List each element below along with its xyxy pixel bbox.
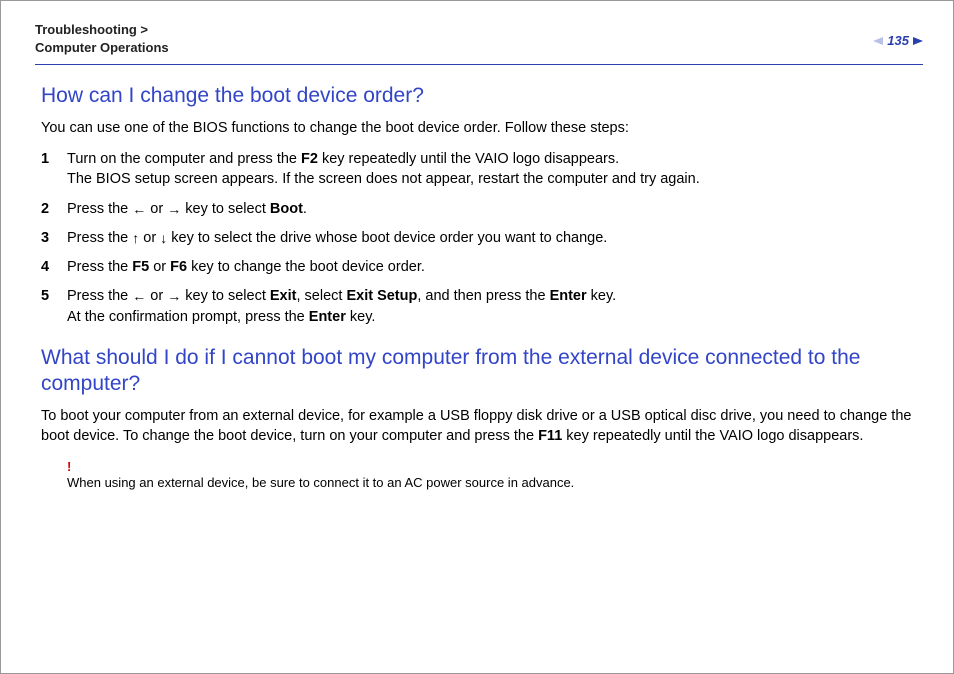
page-content: How can I change the boot device order? … xyxy=(35,83,923,490)
step-number: 5 xyxy=(41,286,67,306)
warning-icon: ! xyxy=(67,459,917,474)
page-header: Troubleshooting > Computer Operations 13… xyxy=(35,21,923,56)
arrow-left-icon: ← xyxy=(132,202,146,216)
step-number: 1 xyxy=(41,149,67,169)
step-number: 3 xyxy=(41,228,67,248)
steps-list: 1 Turn on the computer and press the F2 … xyxy=(41,149,917,327)
breadcrumb: Troubleshooting > Computer Operations xyxy=(35,21,169,56)
note-text: When using an external device, be sure t… xyxy=(67,475,917,490)
breadcrumb-line1: Troubleshooting > xyxy=(35,22,148,37)
step-text: Press the ↑ or ↓ key to select the drive… xyxy=(67,228,607,248)
step-number: 2 xyxy=(41,199,67,219)
breadcrumb-line2: Computer Operations xyxy=(35,40,169,55)
arrow-right-icon: → xyxy=(167,289,181,303)
step-text: Press the ← or → key to select Exit, sel… xyxy=(67,286,616,327)
step-text: Turn on the computer and press the F2 ke… xyxy=(67,149,700,190)
step-number: 4 xyxy=(41,257,67,277)
step-4: 4 Press the F5 or F6 key to change the b… xyxy=(41,257,917,277)
arrow-left-icon: ← xyxy=(132,289,146,303)
section1-title: How can I change the boot device order? xyxy=(41,83,917,109)
section1-intro: You can use one of the BIOS functions to… xyxy=(41,119,917,139)
page-number: 135 xyxy=(887,33,909,48)
triangle-left-icon xyxy=(873,37,883,45)
page-number-wrap: 135 xyxy=(873,21,923,48)
header-rule xyxy=(35,64,923,65)
step-text: Press the ← or → key to select Boot. xyxy=(67,199,307,219)
step-5: 5 Press the ← or → key to select Exit, s… xyxy=(41,286,917,327)
step-2: 2 Press the ← or → key to select Boot. xyxy=(41,199,917,219)
step-3: 3 Press the ↑ or ↓ key to select the dri… xyxy=(41,228,917,248)
section2-body: To boot your computer from an external d… xyxy=(41,407,917,446)
triangle-right-icon xyxy=(913,37,923,45)
manual-page: Troubleshooting > Computer Operations 13… xyxy=(0,0,954,674)
arrow-right-icon: → xyxy=(167,202,181,216)
section2-title: What should I do if I cannot boot my com… xyxy=(41,345,917,398)
step-text: Press the F5 or F6 key to change the boo… xyxy=(67,257,425,277)
note-block: ! When using an external device, be sure… xyxy=(67,459,917,490)
step-1: 1 Turn on the computer and press the F2 … xyxy=(41,149,917,190)
